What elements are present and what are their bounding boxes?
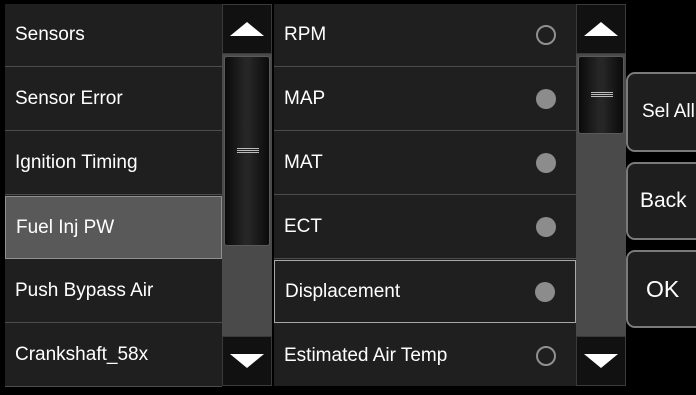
select-all-button[interactable]: Sel All: [626, 72, 696, 152]
left-list-item[interactable]: Push Bypass Air: [5, 260, 222, 323]
left-list-item[interactable]: Sensor Error: [5, 68, 222, 131]
triangle-up-icon: [230, 22, 264, 36]
left-scroll-thumb[interactable]: [224, 56, 270, 246]
triangle-up-icon: [584, 22, 618, 36]
right-list-item-label: Estimated Air Temp: [284, 344, 448, 366]
right-list-item-label: ECT: [284, 216, 322, 237]
left-list-item-label: Crankshaft_58x: [15, 344, 149, 365]
left-list-item[interactable]: Sensors: [5, 4, 222, 67]
left-list-item-label: Sensor Error: [15, 88, 123, 109]
right-list-item-label: MAP: [284, 88, 326, 109]
ok-button[interactable]: OK: [626, 250, 696, 328]
triangle-down-icon: [584, 354, 618, 368]
right-scrollbar[interactable]: [576, 4, 626, 386]
ok-label: OK: [646, 275, 680, 302]
left-list-item-label: Ignition Timing: [15, 152, 138, 173]
radio-filled-icon[interactable]: [536, 153, 556, 173]
left-list-item[interactable]: Crankshaft_58x: [5, 324, 222, 387]
back-button[interactable]: Back: [626, 162, 696, 240]
right-list-item[interactable]: MAP: [274, 68, 576, 131]
grip-icon: [591, 92, 613, 97]
right-list-item[interactable]: RPM: [274, 4, 576, 67]
triangle-down-icon: [230, 354, 264, 368]
left-list-item[interactable]: Ignition Timing: [5, 132, 222, 195]
left-list-item-label: Sensors: [15, 24, 85, 45]
right-scroll-down-button[interactable]: [576, 336, 626, 386]
right-list-item-label: MAT: [284, 152, 323, 173]
select-all-label: Sel All: [642, 101, 695, 122]
radio-empty-icon[interactable]: [536, 25, 556, 45]
radio-filled-icon[interactable]: [536, 217, 556, 237]
radio-empty-icon[interactable]: [536, 345, 556, 366]
right-list-item-focused[interactable]: Displacement: [274, 260, 576, 323]
right-list-item[interactable]: Estimated Air Temp: [274, 324, 576, 387]
grip-icon: [237, 148, 259, 153]
right-list-item-label: RPM: [284, 24, 327, 45]
back-label: Back: [640, 189, 687, 212]
left-scrollbar[interactable]: [222, 4, 272, 386]
left-list-item-label: Fuel Inj PW: [16, 216, 115, 238]
left-scroll-down-button[interactable]: [222, 336, 272, 386]
right-list: RPM MAP MAT ECT Displacement Estimated A…: [274, 4, 576, 386]
right-scroll-up-button[interactable]: [576, 4, 626, 54]
radio-filled-icon[interactable]: [535, 281, 555, 302]
right-list-item[interactable]: ECT: [274, 196, 576, 259]
left-list: Sensors Sensor Error Ignition Timing Fue…: [5, 4, 222, 387]
left-list-item-selected[interactable]: Fuel Inj PW: [5, 196, 222, 259]
radio-filled-icon[interactable]: [536, 89, 556, 109]
left-scroll-up-button[interactable]: [222, 4, 272, 54]
right-list-item[interactable]: MAT: [274, 132, 576, 195]
left-list-item-label: Push Bypass Air: [15, 280, 154, 301]
right-list-item-label: Displacement: [285, 280, 401, 302]
right-scroll-thumb[interactable]: [578, 56, 624, 134]
